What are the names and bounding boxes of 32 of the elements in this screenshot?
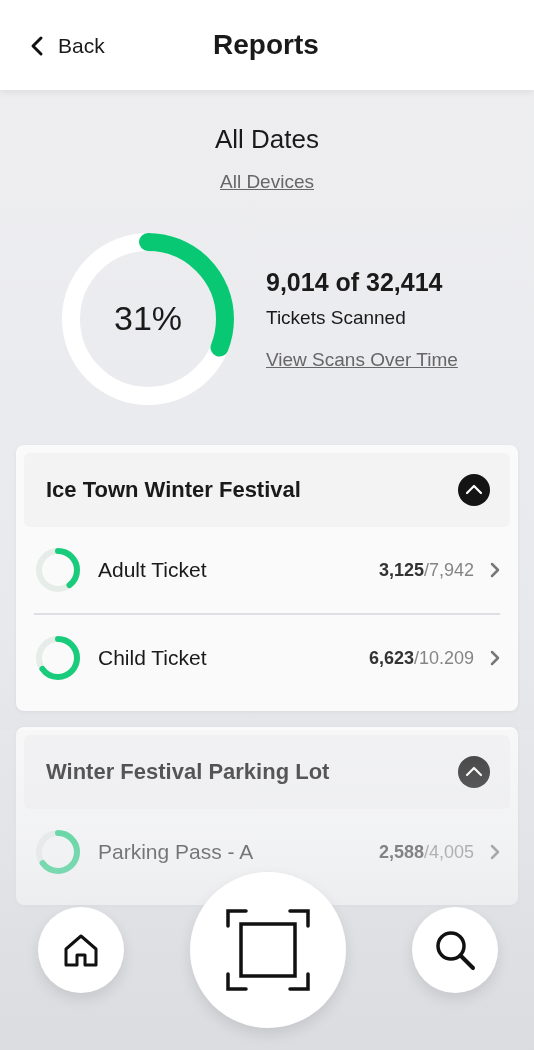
ticket-row[interactable]: Adult Ticket 3,125/7,942 <box>34 527 500 613</box>
devices-link[interactable]: All Devices <box>220 171 314 193</box>
back-button[interactable]: Back <box>30 34 105 58</box>
date-filter[interactable]: All Dates <box>214 124 319 155</box>
event-name: Winter Festival Parking Lot <box>46 759 330 785</box>
collapse-toggle-icon[interactable] <box>458 474 490 506</box>
page-title: Reports <box>213 29 319 61</box>
search-icon <box>434 929 476 971</box>
event-header[interactable]: Ice Town Winter Festival <box>24 453 510 527</box>
scan-caption: Tickets Scanned <box>266 306 407 329</box>
view-scans-link[interactable]: View Scans Over Time <box>266 348 458 371</box>
ticket-count: 6,623/10.209 <box>368 647 474 669</box>
scan-icon <box>226 908 310 992</box>
collapse-toggle-icon[interactable] <box>458 756 490 788</box>
progress-ring <box>34 546 82 594</box>
chevron-right-icon <box>490 650 500 666</box>
home-icon <box>63 933 99 967</box>
progress-ring <box>34 634 82 682</box>
ticket-name: Adult Ticket <box>98 558 208 582</box>
progress-ring <box>34 828 82 876</box>
ticket-name: Child Ticket <box>98 646 208 670</box>
percent-label: 31% <box>112 299 184 338</box>
event-name: Ice Town Winter Festival <box>46 477 301 503</box>
chevron-left-icon <box>30 35 44 57</box>
event-header[interactable]: Winter Festival Parking Lot <box>24 735 510 809</box>
chevron-right-icon <box>490 844 500 860</box>
scan-count: 9,014 of 32,414 <box>266 267 444 297</box>
ticket-row[interactable]: Child Ticket 6,623/10.209 <box>34 613 500 701</box>
ticket-count: 3,125/7,942 <box>378 559 474 581</box>
chevron-right-icon <box>490 562 500 578</box>
ticket-count: 2,588/4,005 <box>378 841 474 863</box>
ticket-name: Parking Pass - A <box>98 840 255 864</box>
